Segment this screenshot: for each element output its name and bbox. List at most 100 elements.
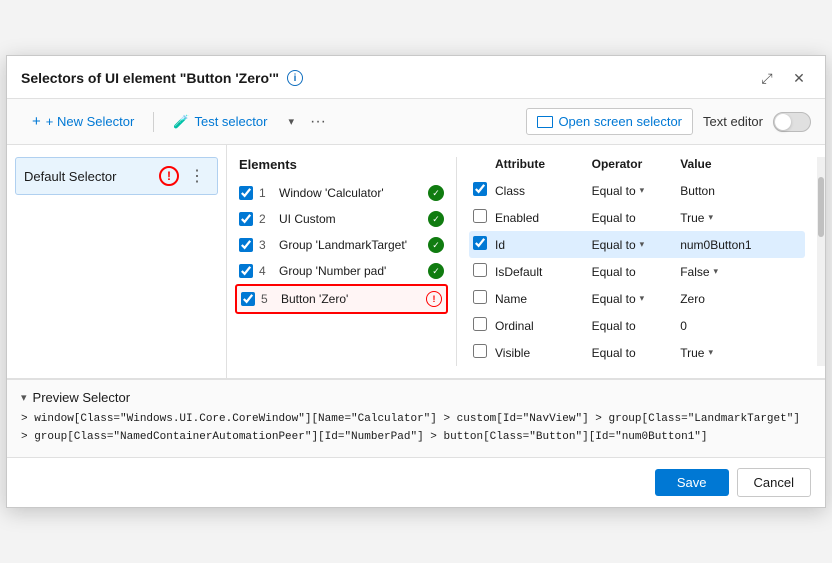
preview-section: ▾ Preview Selector > window[Class="Windo… — [7, 379, 825, 456]
preview-line2: > group[Class="NamedContainerAutomationP… — [21, 431, 708, 443]
element-1-checkbox[interactable] — [239, 186, 253, 200]
info-icon[interactable]: i — [287, 70, 303, 86]
element-2-num: 2 — [259, 212, 273, 226]
attr-id-op-chevron[interactable]: ▾ — [640, 239, 645, 250]
elements-section: Elements 1 Window 'Calculator' ✓ 2 UI Cu… — [227, 157, 457, 366]
preview-header[interactable]: ▾ Preview Selector — [21, 390, 811, 405]
element-row[interactable]: 1 Window 'Calculator' ✓ — [235, 180, 448, 206]
attr-id-value: num0Button1 — [680, 238, 801, 252]
attr-name-operator: Equal to ▾ — [592, 292, 681, 306]
element-1-num: 1 — [259, 186, 273, 200]
attr-enabled-checkbox[interactable] — [473, 209, 487, 223]
attr-enabled-operator: Equal to — [592, 211, 681, 225]
attr-row-id: Id Equal to ▾ num0Button1 — [469, 231, 805, 258]
attr-col-attribute: Attribute — [495, 157, 592, 171]
element-row-highlighted[interactable]: 5 Button 'Zero' ! — [235, 284, 448, 314]
element-4-status: ✓ — [428, 263, 444, 279]
attr-name-op-chevron[interactable]: ▾ — [640, 293, 645, 304]
attributes-section: Attribute Operator Value Class Equal to … — [457, 157, 817, 366]
right-panel: Elements 1 Window 'Calculator' ✓ 2 UI Cu… — [227, 145, 825, 378]
elements-section-title: Elements — [235, 157, 448, 172]
attr-col-value: Value — [680, 157, 801, 171]
default-selector-item[interactable]: Default Selector ! ⋮ — [15, 157, 218, 195]
save-button[interactable]: Save — [655, 469, 729, 496]
close-button[interactable]: ✕ — [787, 66, 811, 90]
element-3-label: Group 'LandmarkTarget' — [279, 238, 422, 252]
attr-isdefault-val-chevron[interactable]: ▾ — [714, 266, 719, 277]
element-2-checkbox[interactable] — [239, 212, 253, 226]
attr-ordinal-name: Ordinal — [495, 319, 592, 333]
preview-label: Preview Selector — [33, 390, 131, 405]
element-5-checkbox[interactable] — [241, 292, 255, 306]
element-1-status: ✓ — [428, 185, 444, 201]
attr-ordinal-operator: Equal to — [592, 319, 681, 333]
attr-isdefault-operator: Equal to — [592, 265, 681, 279]
text-editor-toggle[interactable] — [773, 112, 811, 132]
selector-warning-icon: ! — [159, 166, 179, 186]
new-selector-label: + New Selector — [46, 114, 135, 129]
attr-visible-value: True ▾ — [680, 346, 801, 360]
preview-code: > window[Class="Windows.UI.Core.CoreWind… — [21, 411, 811, 446]
element-3-status: ✓ — [428, 237, 444, 253]
preview-chevron-icon: ▾ — [21, 391, 27, 404]
element-4-num: 4 — [259, 264, 273, 278]
attr-ordinal-checkbox[interactable] — [473, 317, 487, 331]
attr-name-checkbox[interactable] — [473, 290, 487, 304]
selector-item-right: ! ⋮ — [159, 164, 209, 188]
attr-class-checkbox[interactable] — [473, 182, 487, 196]
element-row[interactable]: 3 Group 'LandmarkTarget' ✓ — [235, 232, 448, 258]
open-screen-selector-button[interactable]: Open screen selector — [526, 108, 693, 135]
attr-visible-val-chevron[interactable]: ▾ — [708, 347, 713, 358]
element-4-checkbox[interactable] — [239, 264, 253, 278]
element-4-label: Group 'Number pad' — [279, 264, 422, 278]
toolbar-right: Open screen selector Text editor — [526, 108, 811, 135]
attr-enabled-value: True ▾ — [680, 211, 801, 225]
attr-class-op-chevron[interactable]: ▾ — [640, 185, 645, 196]
scrollbar-track[interactable] — [817, 157, 825, 366]
new-selector-button[interactable]: + + New Selector — [21, 107, 145, 136]
attr-ordinal-value: 0 — [680, 319, 801, 333]
element-5-label: Button 'Zero' — [281, 292, 420, 306]
left-panel: Default Selector ! ⋮ — [7, 145, 227, 378]
attr-class-value: Button — [680, 184, 801, 198]
selectors-dialog: Selectors of UI element "Button 'Zero'" … — [6, 55, 826, 507]
element-row[interactable]: 4 Group 'Number pad' ✓ — [235, 258, 448, 284]
element-2-status: ✓ — [428, 211, 444, 227]
attr-row-enabled: Enabled Equal to True ▾ — [469, 204, 805, 231]
footer: Save Cancel — [7, 457, 825, 507]
element-row[interactable]: 2 UI Custom ✓ — [235, 206, 448, 232]
attr-class-name: Class — [495, 184, 592, 198]
attr-isdefault-checkbox[interactable] — [473, 263, 487, 277]
element-3-num: 3 — [259, 238, 273, 252]
test-selector-button[interactable]: 🧪 Test selector — [162, 108, 278, 136]
attr-name-name: Name — [495, 292, 592, 306]
test-selector-chevron[interactable]: ▾ — [282, 110, 300, 133]
title-bar-left: Selectors of UI element "Button 'Zero'" … — [21, 70, 303, 86]
attr-row-ordinal: Ordinal Equal to 0 — [469, 312, 805, 339]
attr-id-checkbox[interactable] — [473, 236, 487, 250]
test-selector-label: Test selector — [194, 114, 267, 129]
attr-visible-name: Visible — [495, 346, 592, 360]
attr-row-class: Class Equal to ▾ Button — [469, 177, 805, 204]
toolbar-separator — [153, 112, 154, 132]
attr-enabled-val-chevron[interactable]: ▾ — [708, 212, 713, 223]
scrollbar-thumb[interactable] — [818, 177, 824, 237]
attr-name-value: Zero — [680, 292, 801, 306]
preview-line1: > window[Class="Windows.UI.Core.CoreWind… — [21, 413, 800, 425]
title-bar-right: ⤢ ✕ — [755, 66, 811, 90]
attr-visible-operator: Equal to — [592, 346, 681, 360]
attr-header: Attribute Operator Value — [469, 157, 805, 171]
cancel-button[interactable]: Cancel — [737, 468, 811, 497]
element-3-checkbox[interactable] — [239, 238, 253, 252]
attr-visible-checkbox[interactable] — [473, 344, 487, 358]
attr-class-operator: Equal to ▾ — [592, 184, 681, 198]
attr-row-name: Name Equal to ▾ Zero — [469, 285, 805, 312]
attr-id-name: Id — [495, 238, 592, 252]
selector-kebab-button[interactable]: ⋮ — [185, 164, 209, 188]
plus-icon: + — [32, 113, 41, 130]
element-1-label: Window 'Calculator' — [279, 186, 422, 200]
minimize-button[interactable]: ⤢ — [755, 66, 779, 90]
beaker-icon: 🧪 — [173, 114, 189, 130]
dialog-title: Selectors of UI element "Button 'Zero'" — [21, 70, 279, 86]
more-options-button[interactable]: ··· — [304, 108, 332, 136]
